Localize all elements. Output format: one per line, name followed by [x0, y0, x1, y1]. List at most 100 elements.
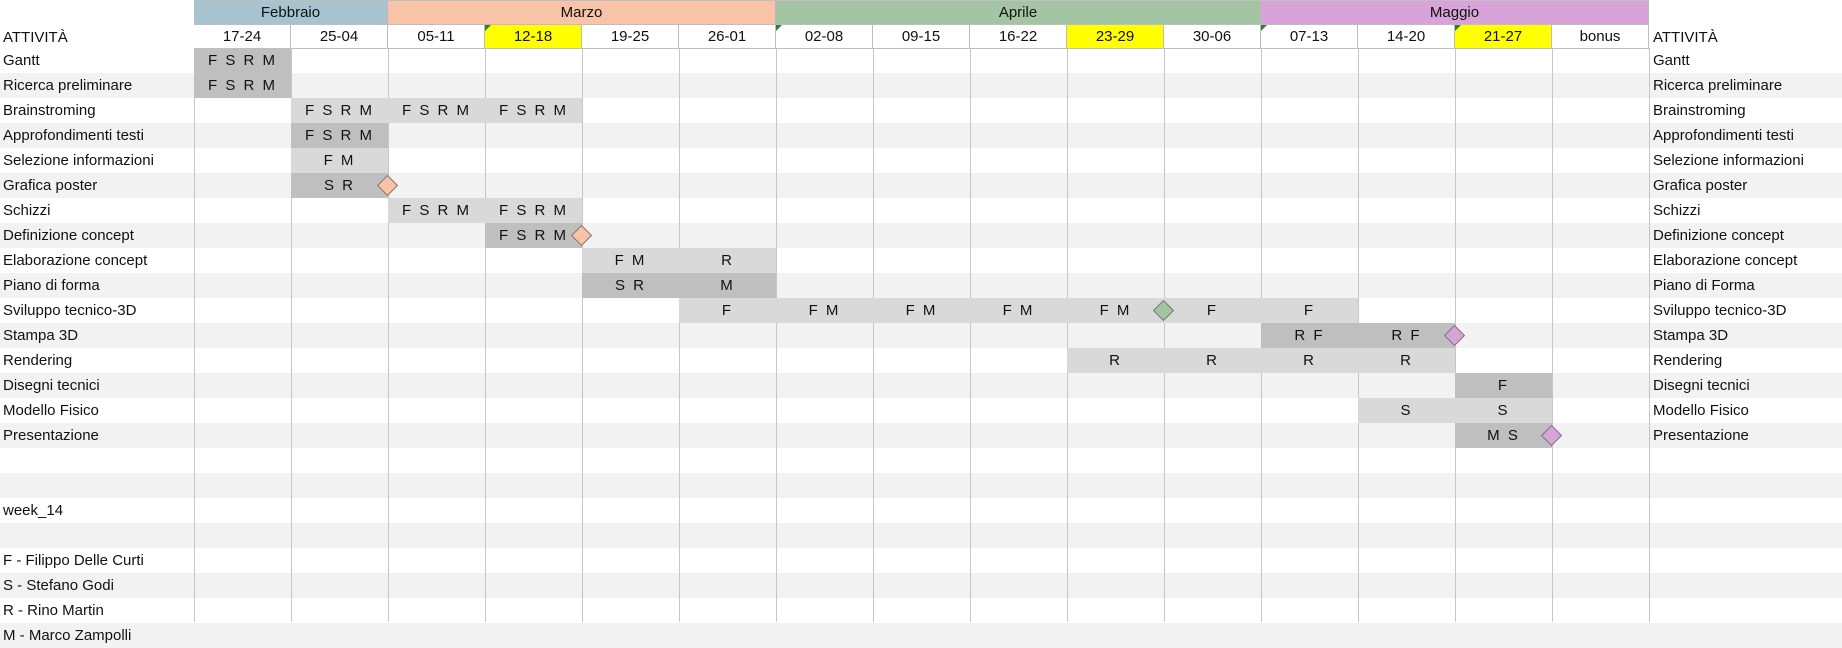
- task-bar[interactable]: F S R M: [388, 98, 485, 123]
- week-header-26-01[interactable]: 26-01: [679, 24, 776, 49]
- task-bar[interactable]: S: [1358, 398, 1455, 423]
- week-header-17-24[interactable]: 17-24: [194, 24, 291, 49]
- note-label[interactable]: week_14: [0, 498, 260, 523]
- activity-name[interactable]: Selezione informazioni: [0, 148, 194, 173]
- task-bar[interactable]: F M: [1067, 298, 1164, 323]
- task-bar[interactable]: F M: [970, 298, 1067, 323]
- activity-name-right[interactable]: Presentazione: [1650, 423, 1840, 448]
- grid-column-line: [1067, 48, 1068, 622]
- legend-item[interactable]: M - Marco Zampolli: [0, 623, 260, 648]
- task-bar[interactable]: F: [1455, 373, 1552, 398]
- week-header-30-06[interactable]: 30-06: [1164, 24, 1261, 49]
- activity-name[interactable]: Schizzi: [0, 198, 194, 223]
- activity-name-right[interactable]: Sviluppo tecnico-3D: [1650, 298, 1840, 323]
- task-bar[interactable]: R F: [1358, 323, 1455, 348]
- week-header-07-13[interactable]: 07-13: [1261, 24, 1358, 49]
- activity-name[interactable]: Sviluppo tecnico-3D: [0, 298, 194, 323]
- task-bar[interactable]: F S R M: [388, 198, 485, 223]
- activity-name[interactable]: Elaborazione concept: [0, 248, 194, 273]
- activity-name-right[interactable]: Gantt: [1650, 48, 1840, 73]
- task-bar[interactable]: S: [1455, 398, 1552, 423]
- row-band: [0, 573, 1842, 598]
- activity-name-right[interactable]: Approfondimenti testi: [1650, 123, 1840, 148]
- task-bar[interactable]: F S R M: [485, 198, 582, 223]
- month-header-maggio[interactable]: Maggio: [1261, 0, 1649, 24]
- activity-name[interactable]: Modello Fisico: [0, 398, 194, 423]
- task-bar[interactable]: R F: [1261, 323, 1358, 348]
- task-bar[interactable]: F M: [873, 298, 970, 323]
- activity-column-header-right[interactable]: ATTIVITÀ: [1650, 25, 1840, 50]
- activity-name-right[interactable]: Stampa 3D: [1650, 323, 1840, 348]
- grid-column-line: [1164, 48, 1165, 622]
- week-header-bonus[interactable]: bonus: [1552, 24, 1649, 49]
- legend-item[interactable]: F - Filippo Delle Curti: [0, 548, 260, 573]
- task-bar[interactable]: R: [1358, 348, 1455, 373]
- activity-name[interactable]: Presentazione: [0, 423, 194, 448]
- activity-name-right[interactable]: Brainstroming: [1650, 98, 1840, 123]
- week-header-02-08[interactable]: 02-08: [776, 24, 873, 49]
- week-header-21-27[interactable]: 21-27: [1455, 24, 1552, 49]
- task-bar[interactable]: R: [679, 248, 776, 273]
- activity-name[interactable]: Ricerca preliminare: [0, 73, 194, 98]
- grid-column-line: [194, 48, 195, 622]
- activity-name-right[interactable]: Grafica poster: [1650, 173, 1840, 198]
- task-bar[interactable]: F S R M: [194, 73, 291, 98]
- legend-item[interactable]: S - Stefano Godi: [0, 573, 260, 598]
- task-bar[interactable]: M: [679, 273, 776, 298]
- task-bar[interactable]: M S: [1455, 423, 1552, 448]
- row-band: [0, 473, 1842, 498]
- week-header-25-04[interactable]: 25-04: [291, 24, 388, 49]
- activity-name[interactable]: Rendering: [0, 348, 194, 373]
- task-bar[interactable]: F: [1164, 298, 1261, 323]
- week-header-19-25[interactable]: 19-25: [582, 24, 679, 49]
- task-bar[interactable]: S R: [291, 173, 388, 198]
- activity-column-header[interactable]: ATTIVITÀ: [0, 25, 194, 50]
- activity-name-right[interactable]: Disegni tecnici: [1650, 373, 1840, 398]
- activity-name[interactable]: Brainstroming: [0, 98, 194, 123]
- activity-name-right[interactable]: Modello Fisico: [1650, 398, 1840, 423]
- activity-name[interactable]: Gantt: [0, 48, 194, 73]
- activity-name[interactable]: Piano di forma: [0, 273, 194, 298]
- activity-name-right[interactable]: Elaborazione concept: [1650, 248, 1840, 273]
- activity-name-right[interactable]: Schizzi: [1650, 198, 1840, 223]
- task-bar[interactable]: F: [1261, 298, 1358, 323]
- week-header-09-15[interactable]: 09-15: [873, 24, 970, 49]
- legend-item[interactable]: R - Rino Martin: [0, 598, 260, 623]
- grid-column-line: [388, 48, 389, 622]
- week-header-23-29[interactable]: 23-29: [1067, 24, 1164, 49]
- row-band: [0, 123, 1842, 148]
- grid-column-line: [776, 48, 777, 622]
- task-bar[interactable]: R: [1067, 348, 1164, 373]
- task-bar[interactable]: F S R M: [291, 123, 388, 148]
- task-bar[interactable]: R: [1261, 348, 1358, 373]
- task-bar[interactable]: F S R M: [194, 48, 291, 73]
- task-bar[interactable]: F M: [291, 148, 388, 173]
- month-header-aprile[interactable]: Aprile: [776, 0, 1261, 24]
- task-bar[interactable]: F S R M: [485, 223, 582, 248]
- activity-name[interactable]: Stampa 3D: [0, 323, 194, 348]
- task-bar[interactable]: S R: [582, 273, 679, 298]
- activity-name[interactable]: Approfondimenti testi: [0, 123, 194, 148]
- task-bar[interactable]: F: [679, 298, 776, 323]
- task-bar[interactable]: F S R M: [485, 98, 582, 123]
- activity-name-right[interactable]: Definizione concept: [1650, 223, 1840, 248]
- week-header-05-11[interactable]: 05-11: [388, 24, 485, 49]
- row-band: [0, 273, 1842, 298]
- task-bar[interactable]: F S R M: [291, 98, 388, 123]
- activity-name[interactable]: Disegni tecnici: [0, 373, 194, 398]
- month-header-marzo[interactable]: Marzo: [388, 0, 776, 24]
- week-header-16-22[interactable]: 16-22: [970, 24, 1067, 49]
- activity-name-right[interactable]: Rendering: [1650, 348, 1840, 373]
- activity-name-right[interactable]: Piano di Forma: [1650, 273, 1840, 298]
- task-bar[interactable]: F M: [776, 298, 873, 323]
- week-header-12-18[interactable]: 12-18: [485, 24, 582, 49]
- grid-column-line: [582, 48, 583, 622]
- month-header-febbraio[interactable]: Febbraio: [194, 0, 388, 24]
- activity-name-right[interactable]: Ricerca preliminare: [1650, 73, 1840, 98]
- activity-name[interactable]: Grafica poster: [0, 173, 194, 198]
- week-header-14-20[interactable]: 14-20: [1358, 24, 1455, 49]
- task-bar[interactable]: F M: [582, 248, 679, 273]
- task-bar[interactable]: R: [1164, 348, 1261, 373]
- activity-name-right[interactable]: Selezione informazioni: [1650, 148, 1840, 173]
- activity-name[interactable]: Definizione concept: [0, 223, 194, 248]
